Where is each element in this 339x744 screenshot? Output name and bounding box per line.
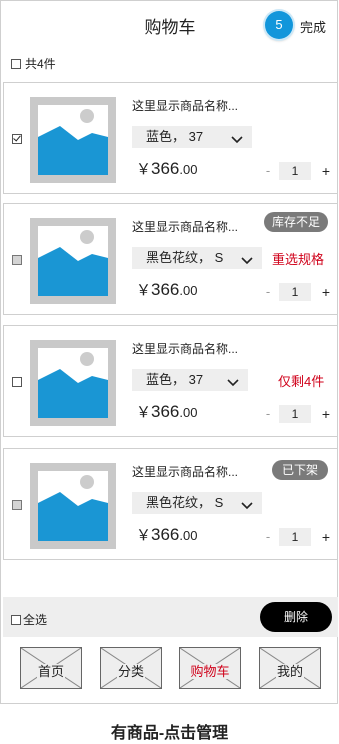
chevron-down-icon	[227, 374, 239, 396]
quantity-stepper: - 1 +	[262, 405, 334, 423]
cart-item: 这里显示商品名称... 已下架 黑色花纹， S ￥366.00 - 1 +	[3, 448, 338, 560]
price-decimal: .00	[179, 528, 198, 543]
chevron-down-icon	[231, 131, 243, 153]
item-count-label: 共4件	[25, 57, 56, 71]
image-placeholder-icon[interactable]	[30, 218, 116, 304]
image-placeholder-icon[interactable]	[30, 463, 116, 549]
phone-frame: 购物车 5 完成 共4件 这里显示商品名称... 蓝色， 37 ￥366.00 …	[0, 0, 338, 704]
item-checkbox[interactable]	[12, 134, 22, 144]
spec-value: 黑色花纹， S	[146, 495, 224, 510]
tab-home[interactable]: 首页	[20, 647, 82, 689]
item-checkbox[interactable]	[12, 255, 22, 265]
done-button[interactable]: 完成	[300, 17, 326, 36]
tab-label: 分类	[116, 664, 145, 679]
price-decimal: .00	[179, 405, 198, 420]
low-stock-tag: 库存不足	[264, 212, 328, 232]
spec-selector[interactable]: 蓝色， 37	[132, 369, 248, 391]
price-currency: ￥	[136, 404, 152, 421]
increase-button[interactable]: +	[320, 405, 332, 423]
spec-selector[interactable]: 蓝色， 37	[132, 126, 252, 148]
tab-profile[interactable]: 我的	[259, 647, 321, 689]
spec-value: 黑色花纹， S	[146, 250, 224, 265]
decrease-button[interactable]: -	[262, 162, 274, 180]
count-checkbox[interactable]	[11, 58, 21, 69]
product-name[interactable]: 这里显示商品名称...	[132, 463, 238, 480]
price-integer: 366	[151, 159, 180, 178]
tab-label: 我的	[275, 664, 304, 679]
price: ￥366.00	[136, 158, 197, 179]
quantity-stepper: - 1 +	[262, 528, 334, 546]
delisted-tag: 已下架	[272, 460, 328, 480]
price: ￥366.00	[136, 279, 197, 300]
quantity-value[interactable]: 1	[279, 405, 311, 423]
cart-item: 这里显示商品名称... 蓝色， 37 ￥366.00 - 1 +	[3, 82, 338, 194]
select-all-label: 全选	[23, 613, 48, 627]
action-bar: 全选 删除	[3, 597, 338, 637]
image-placeholder-icon[interactable]	[30, 340, 116, 426]
step-badge: 5	[265, 11, 293, 39]
item-count-row: 共4件	[11, 55, 56, 71]
stock-remaining-note: 仅剩4件	[278, 374, 325, 389]
select-all[interactable]: 全选	[11, 611, 47, 628]
quantity-value[interactable]: 1	[279, 528, 311, 546]
tab-label: 首页	[36, 664, 65, 679]
select-all-checkbox[interactable]	[11, 614, 21, 625]
increase-button[interactable]: +	[320, 283, 332, 301]
increase-button[interactable]: +	[320, 162, 332, 180]
price: ￥366.00	[136, 401, 197, 422]
product-name[interactable]: 这里显示商品名称...	[132, 218, 238, 235]
increase-button[interactable]: +	[320, 528, 332, 546]
tab-label: 购物车	[189, 664, 231, 679]
product-name[interactable]: 这里显示商品名称...	[132, 97, 238, 114]
quantity-value[interactable]: 1	[279, 283, 311, 301]
decrease-button[interactable]: -	[262, 283, 274, 301]
decrease-button[interactable]: -	[262, 405, 274, 423]
reselect-spec-link[interactable]: 重选规格	[272, 249, 324, 268]
spec-value: 蓝色， 37	[146, 372, 204, 387]
quantity-value[interactable]: 1	[279, 162, 311, 180]
tab-category[interactable]: 分类	[100, 647, 162, 689]
quantity-stepper: - 1 +	[262, 162, 334, 180]
decrease-button[interactable]: -	[262, 528, 274, 546]
item-checkbox[interactable]	[12, 377, 22, 387]
chevron-down-icon	[241, 252, 253, 274]
item-checkbox[interactable]	[12, 500, 22, 510]
cart-item: 这里显示商品名称... 库存不足 黑色花纹， S 重选规格 ￥366.00 - …	[3, 203, 338, 315]
price-integer: 366	[151, 402, 180, 421]
quantity-stepper: - 1 +	[262, 283, 334, 301]
price-currency: ￥	[136, 161, 152, 178]
spec-selector[interactable]: 黑色花纹， S	[132, 492, 262, 514]
price-currency: ￥	[136, 527, 152, 544]
price-decimal: .00	[179, 162, 198, 177]
tab-cart[interactable]: 购物车	[179, 647, 241, 689]
spec-selector[interactable]: 黑色花纹， S	[132, 247, 262, 269]
price-currency: ￥	[136, 282, 152, 299]
product-name[interactable]: 这里显示商品名称...	[132, 340, 238, 357]
page-caption: 有商品-点击管理	[110, 725, 229, 742]
price-integer: 366	[151, 280, 180, 299]
header: 购物车 5 完成	[1, 1, 339, 49]
price-decimal: .00	[179, 283, 198, 298]
cart-item: 这里显示商品名称... 蓝色， 37 仅剩4件 ￥366.00 - 1 +	[3, 325, 338, 437]
image-placeholder-icon[interactable]	[30, 97, 116, 183]
spec-value: 蓝色， 37	[146, 129, 204, 144]
delete-button[interactable]: 删除	[260, 602, 332, 632]
chevron-down-icon	[241, 497, 253, 519]
price: ￥366.00	[136, 524, 197, 545]
tab-bar: 首页 分类 购物车 我的	[1, 643, 339, 693]
price-integer: 366	[151, 525, 180, 544]
